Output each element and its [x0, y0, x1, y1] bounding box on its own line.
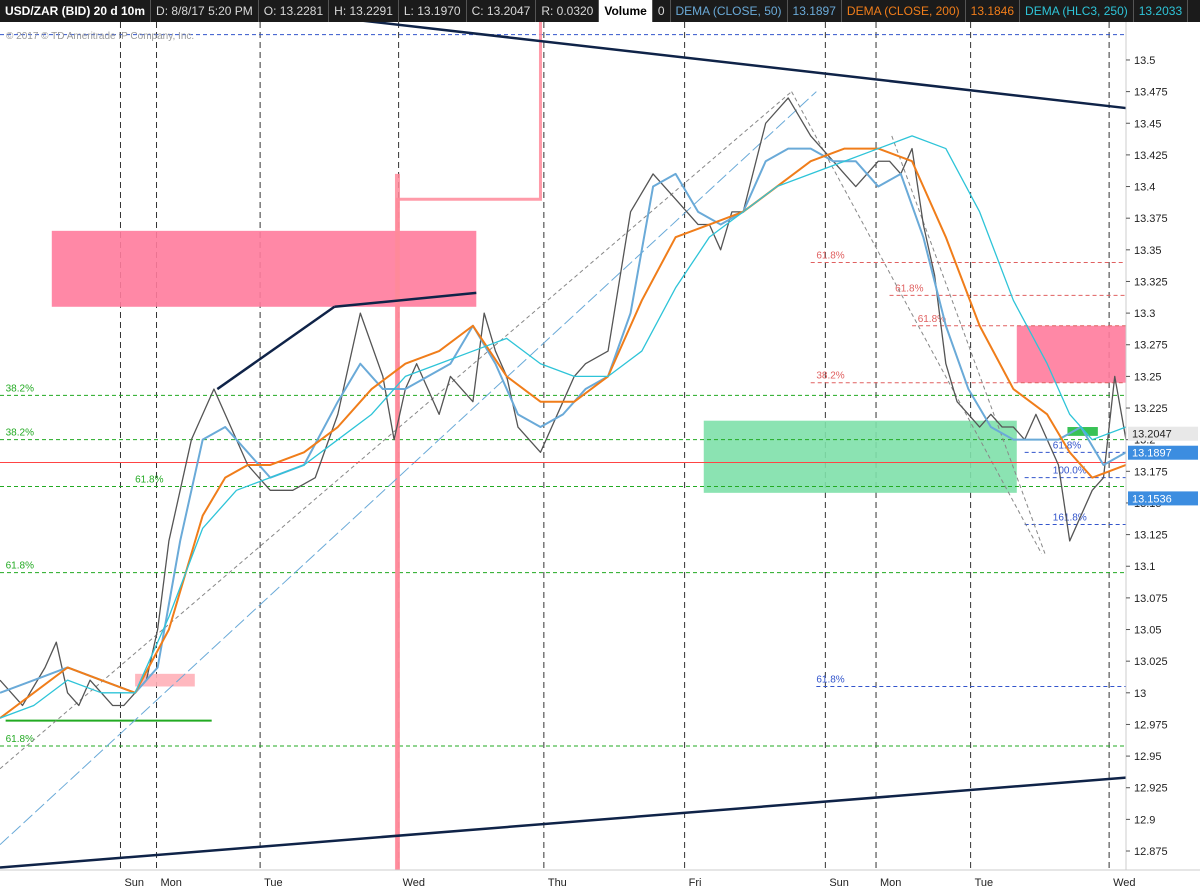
y-tick-label: 13.5 [1134, 55, 1155, 67]
x-tick-label: Sun [124, 877, 144, 889]
y-tick-label: 12.925 [1134, 783, 1168, 795]
zone-0 [51, 230, 477, 307]
x-tick-label: Fri [689, 877, 702, 889]
dema50-label[interactable]: DEMA (CLOSE, 50) [671, 0, 788, 22]
y-tick-label: 13.125 [1134, 530, 1168, 542]
volume-study-label[interactable]: Volume [599, 0, 653, 22]
fib-level-label: 61.8% [135, 475, 163, 486]
fib-level-label: 61.8% [6, 561, 34, 572]
high-readout: H: 13.2291 [329, 0, 399, 22]
fib-level-label: 38.2% [816, 371, 844, 382]
y-tick-label: 13.3 [1134, 308, 1155, 320]
fib-level-label: 61.8% [816, 250, 844, 261]
y-tick-label: 13.475 [1134, 87, 1168, 99]
y-tick-label: 13.35 [1134, 245, 1162, 257]
fib-level-label: 61.8% [918, 314, 946, 325]
header-spacer [1188, 0, 1198, 22]
y-tick-label: 13.225 [1134, 403, 1168, 415]
y-tick-label: 13.375 [1134, 213, 1168, 225]
y-tick-label: 12.875 [1134, 846, 1168, 858]
price-label: 13.2047 [1132, 429, 1172, 441]
y-tick-label: 13.1 [1134, 561, 1155, 573]
fib-level-label: 61.8% [6, 734, 34, 745]
x-tick-label: Mon [161, 877, 182, 889]
dema50-value: 13.1897 [788, 0, 842, 22]
dema200-label[interactable]: DEMA (CLOSE, 200) [842, 0, 966, 22]
y-tick-label: 12.95 [1134, 751, 1162, 763]
y-tick-label: 13.4 [1134, 182, 1155, 194]
close-readout: C: 13.2047 [467, 0, 537, 22]
open-readout: O: 13.2281 [259, 0, 330, 22]
y-tick-label: 13.325 [1134, 276, 1168, 288]
x-tick-label: Tue [264, 877, 283, 889]
volume-value: 0 [653, 0, 671, 22]
y-tick-label: 12.9 [1134, 814, 1155, 826]
price-label: 13.1897 [1132, 448, 1172, 460]
price-chart[interactable]: Sun Mon Tue Wed Thu Fri Sun Mon Tue Wed 38.2% 38.2%… [0, 22, 1200, 893]
fib-level-label: 61.8% [895, 283, 923, 294]
zone-1 [1016, 325, 1126, 383]
copyright-text: © 2017 © TD Ameritrade IP Company, Inc. [6, 31, 195, 42]
y-tick-label: 13.45 [1134, 118, 1162, 130]
y-tick-label: 13.425 [1134, 150, 1168, 162]
chart-header: USD/ZAR (BID) 20 d 10m D: 8/8/17 5:20 PM… [0, 0, 1200, 22]
y-tick-label: 13.25 [1134, 371, 1162, 383]
price-label: 13.1536 [1132, 493, 1172, 505]
fib-level-label: 61.8% [816, 674, 844, 685]
low-readout: L: 13.1970 [399, 0, 467, 22]
x-tick-label: Wed [1113, 877, 1135, 889]
chart-background [0, 22, 1200, 893]
y-tick-label: 13.175 [1134, 466, 1168, 478]
dema200-value: 13.1846 [966, 0, 1021, 22]
date-readout: D: 8/8/17 5:20 PM [151, 0, 259, 22]
dema250-value: 13.2033 [1134, 0, 1189, 22]
x-tick-label: Tue [975, 877, 994, 889]
x-tick-label: Wed [403, 877, 425, 889]
dema250-label[interactable]: DEMA (HLC3, 250) [1020, 0, 1134, 22]
y-tick-label: 13.05 [1134, 625, 1162, 637]
y-tick-label: 12.975 [1134, 719, 1168, 731]
y-tick-label: 13 [1134, 688, 1146, 700]
fib-level-label: 38.2% [6, 428, 34, 439]
y-tick-label: 13.075 [1134, 593, 1168, 605]
fib-level-label: 38.2% [6, 383, 34, 394]
symbol-label[interactable]: USD/ZAR (BID) 20 d 10m [0, 0, 152, 22]
x-tick-label: Mon [880, 877, 901, 889]
x-tick-label: Thu [548, 877, 567, 889]
zone-2 [703, 420, 1017, 493]
y-tick-label: 13.025 [1134, 656, 1168, 668]
x-tick-label: Sun [829, 877, 849, 889]
y-tick-label: 13.275 [1134, 340, 1168, 352]
range-readout: R: 0.0320 [536, 0, 600, 22]
